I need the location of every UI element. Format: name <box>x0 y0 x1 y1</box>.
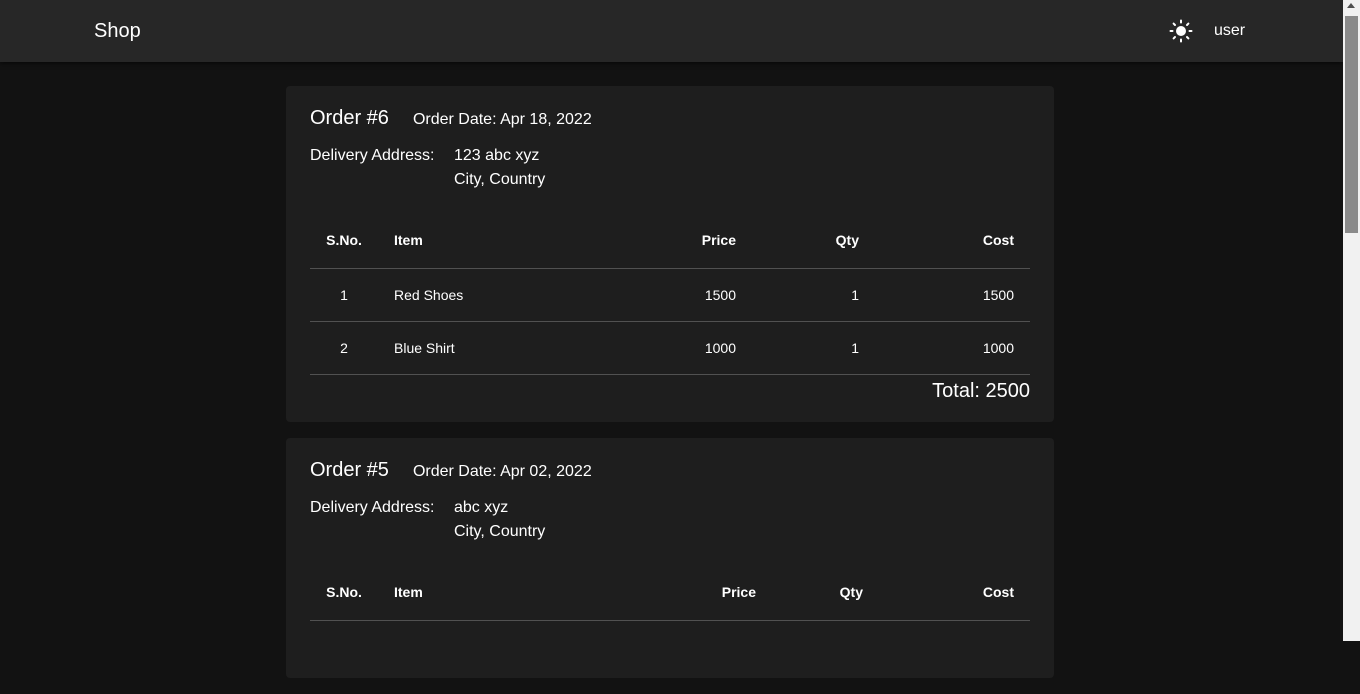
order-date: Order Date: Apr 18, 2022 <box>412 111 592 128</box>
address-line: City, Country <box>454 171 546 188</box>
order-title: Order #6 <box>310 107 389 129</box>
cell-sno: 2 <box>310 321 378 375</box>
address-line: City, Country <box>454 523 546 540</box>
column-header-sno: S.No. <box>310 212 378 269</box>
cell-item: Blue Shirt <box>378 321 600 375</box>
column-header-item: Item <box>378 564 620 621</box>
column-header-qty: Qty <box>752 212 875 269</box>
table-header-row: S.No. Item Price Qty Cost <box>310 564 1030 621</box>
user-menu[interactable]: user <box>1214 21 1245 41</box>
column-header-sno: S.No. <box>310 564 378 621</box>
address-line: 123 abc xyz <box>454 147 540 164</box>
address-line: abc xyz <box>454 499 509 516</box>
order-total: Total: 2500 <box>932 380 1030 402</box>
cell-cost: 1000 <box>875 321 1030 375</box>
order-date: Order Date: Apr 02, 2022 <box>412 463 592 480</box>
brand-title[interactable]: Shop <box>94 19 141 43</box>
scroll-up-arrow-icon[interactable] <box>1347 3 1355 8</box>
order-card: Order #6 Order Date: Apr 18, 2022 Delive… <box>286 86 1054 422</box>
theme-toggle-button[interactable] <box>1166 16 1196 46</box>
delivery-address: Delivery Address: 123 abc xyz City, Coun… <box>310 144 1030 192</box>
orders-list: Order #6 Order Date: Apr 18, 2022 Delive… <box>286 86 1054 694</box>
cell-cost: 1500 <box>875 268 1030 322</box>
delivery-address: Delivery Address: abc xyz City, Country <box>310 496 1030 544</box>
cell-price: 1500 <box>600 268 752 322</box>
address-label: Delivery Address: <box>310 147 435 164</box>
table-header-row: S.No. Item Price Qty Cost <box>310 212 1030 269</box>
order-items-table: S.No. Item Price Qty Cost <box>310 564 1030 621</box>
cell-qty: 1 <box>752 321 875 375</box>
vertical-scrollbar[interactable] <box>1343 0 1360 641</box>
cell-qty: 1 <box>752 268 875 322</box>
scrollbar-thumb[interactable] <box>1345 16 1358 233</box>
app-bar: Shop user <box>0 0 1343 62</box>
cell-sno: 1 <box>310 268 378 322</box>
column-header-price: Price <box>620 564 772 621</box>
column-header-cost: Cost <box>875 212 1030 269</box>
address-label: Delivery Address: <box>310 499 435 516</box>
cell-item: Red Shoes <box>378 268 600 322</box>
cell-price: 1000 <box>600 321 752 375</box>
column-header-item: Item <box>378 212 600 269</box>
sun-icon <box>1169 19 1193 43</box>
order-items-table: S.No. Item Price Qty Cost 1 Red Shoes 15… <box>310 212 1030 375</box>
table-row: 2 Blue Shirt 1000 1 1000 <box>310 321 1030 375</box>
column-header-cost: Cost <box>879 564 1030 621</box>
order-title: Order #5 <box>310 459 389 481</box>
column-header-price: Price <box>600 212 752 269</box>
table-row: 1 Red Shoes 1500 1 1500 <box>310 268 1030 322</box>
order-card: Order #5 Order Date: Apr 02, 2022 Delive… <box>286 438 1054 678</box>
column-header-qty: Qty <box>772 564 879 621</box>
